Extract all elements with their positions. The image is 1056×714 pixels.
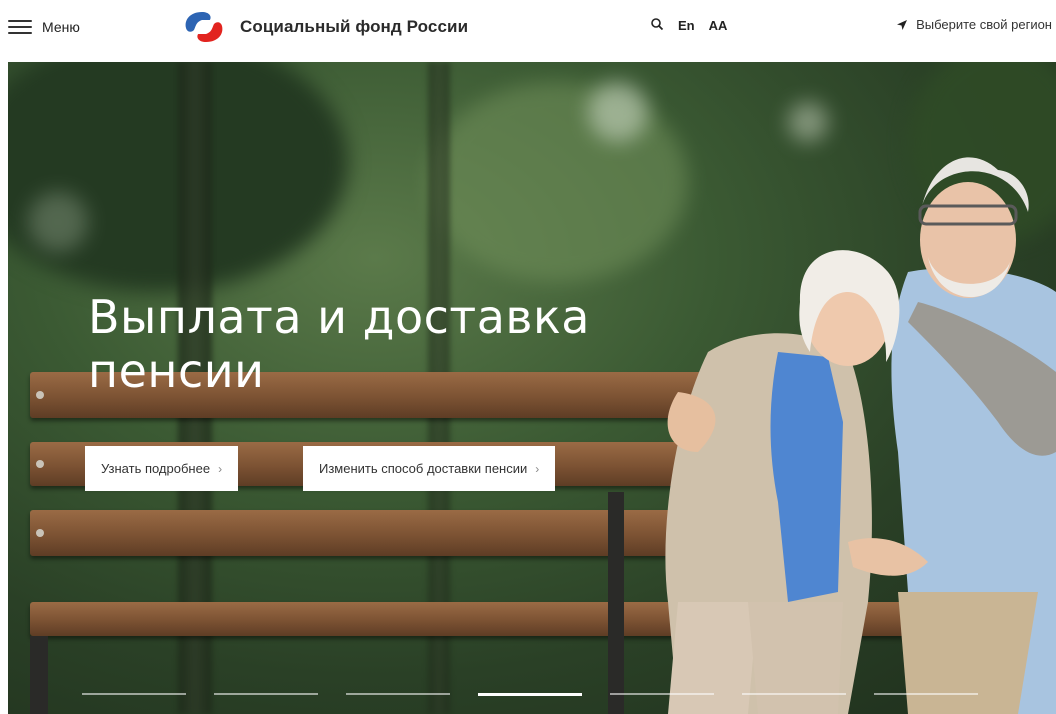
bench-plank: [30, 510, 730, 556]
bench-leg: [30, 636, 48, 714]
slider-pagination: [82, 693, 978, 696]
site-logo[interactable]: Социальный фонд России: [182, 8, 468, 46]
search-icon: [651, 18, 664, 31]
hero-banner: Выплата и доставка пенсии Узнать подробн…: [8, 62, 1056, 714]
slider-dot[interactable]: [874, 693, 978, 695]
slider-dot[interactable]: [742, 693, 846, 695]
search-button[interactable]: [650, 17, 664, 34]
slider-dot[interactable]: [214, 693, 318, 695]
chevron-right-icon: ›: [218, 461, 223, 476]
hero-title: Выплата и доставка пенсии: [88, 290, 590, 398]
region-selector[interactable]: Выберите свой регион: [896, 17, 1052, 32]
slider-dot[interactable]: [610, 693, 714, 695]
hamburger-icon: [8, 20, 32, 34]
change-delivery-label: Изменить способ доставки пенсии: [319, 461, 528, 476]
menu-button[interactable]: Меню: [8, 14, 80, 40]
elderly-couple-photo: [665, 157, 1056, 714]
slider-dot[interactable]: [82, 693, 186, 695]
region-label: Выберите свой регион: [916, 17, 1052, 32]
bench-leg: [608, 492, 624, 714]
hero-title-line: Выплата и доставка: [88, 290, 590, 344]
sfr-logo-icon: [185, 12, 223, 42]
learn-more-label: Узнать подробнее: [101, 461, 211, 476]
location-arrow-icon: [897, 19, 908, 30]
site-header: Меню Социальный фонд России En AA Выбери…: [0, 0, 1056, 56]
change-delivery-button[interactable]: Изменить способ доставки пенсии ›: [303, 446, 556, 491]
chevron-right-icon: ›: [535, 461, 540, 476]
slider-dot[interactable]: [346, 693, 450, 695]
header-tools: En AA: [650, 17, 727, 34]
background-light: [28, 192, 88, 252]
logo-text: Социальный фонд России: [240, 17, 469, 36]
menu-label: Меню: [42, 19, 80, 35]
learn-more-button[interactable]: Узнать подробнее ›: [85, 446, 239, 491]
hero-title-line: пенсии: [88, 344, 265, 398]
language-switch[interactable]: En: [678, 18, 695, 33]
accessibility-toggle[interactable]: AA: [709, 18, 728, 33]
slider-dot[interactable]: [478, 693, 582, 696]
